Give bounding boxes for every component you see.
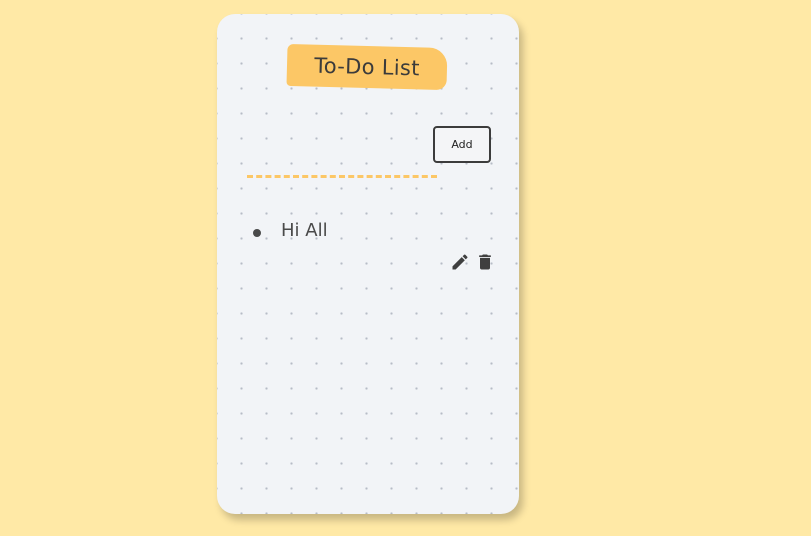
todo-item-actions: [449, 251, 495, 273]
bullet-icon: [253, 229, 261, 237]
todo-item: Hi All: [253, 220, 503, 276]
add-button[interactable]: Add: [433, 126, 491, 163]
todo-card: To-Do List Add Hi All: [217, 14, 519, 514]
trash-icon[interactable]: [474, 251, 495, 273]
todo-item-text: Hi All: [281, 220, 328, 241]
page-title: To-Do List: [313, 53, 421, 81]
title-banner: To-Do List: [286, 43, 448, 91]
todo-list: Hi All: [253, 220, 503, 276]
todo-input[interactable]: [247, 153, 437, 178]
pencil-icon[interactable]: [449, 251, 470, 273]
